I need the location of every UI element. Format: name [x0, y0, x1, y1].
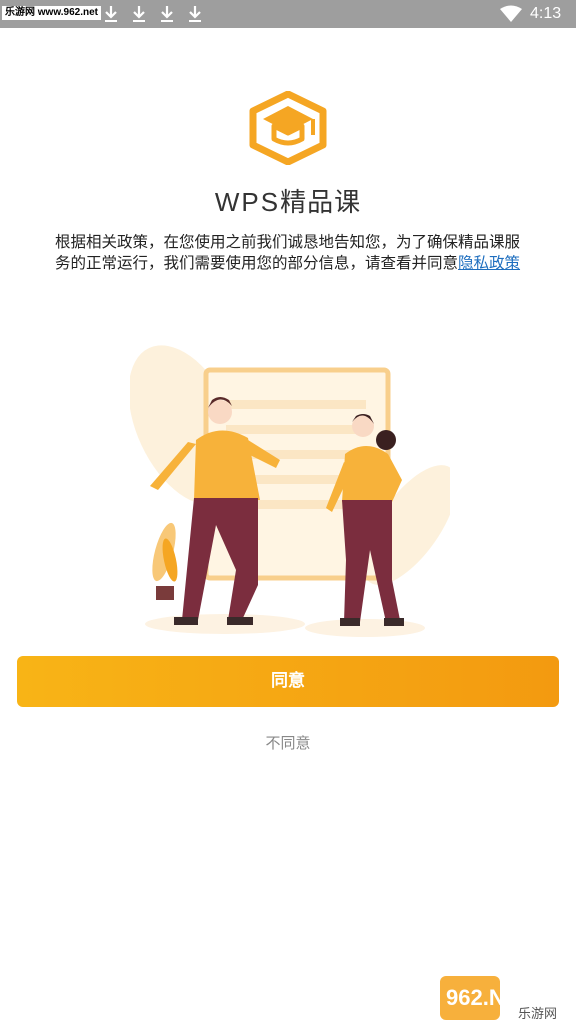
- disagree-button[interactable]: 不同意: [0, 733, 576, 753]
- download-icon: [161, 6, 173, 22]
- graduation-cap-hexagon-icon: [249, 91, 327, 165]
- privacy-policy-link[interactable]: 隐私政策: [458, 254, 520, 272]
- agree-button[interactable]: 同意: [17, 656, 559, 707]
- watermark-small: 乐游网: [518, 1007, 557, 1022]
- clock: 4:13: [530, 5, 562, 22]
- privacy-notice: 根据相关政策，在您使用之前我们诚恳地告知您，为了确保精品课服务的正常运行，我们需…: [55, 232, 525, 274]
- watermark-logo: 962.NET 乐游网: [440, 976, 557, 1022]
- download-icon: [189, 6, 201, 22]
- brand-latin: WPS: [214, 187, 281, 217]
- brand-name: WPS精品课: [0, 184, 576, 221]
- download-icon: [133, 6, 145, 22]
- brand-cn: 精品课: [280, 188, 362, 218]
- download-icon: [105, 6, 117, 22]
- watermark-label: 乐游网 www.962.net: [2, 6, 101, 20]
- wifi-icon: [500, 5, 522, 22]
- illustration: [130, 345, 450, 637]
- status-bar: 乐游网 www.962.net 4:13: [0, 0, 576, 28]
- notice-text: 根据相关政策，在您使用之前我们诚恳地告知您，为了确保精品课服务的正常运行，我们需…: [55, 233, 521, 272]
